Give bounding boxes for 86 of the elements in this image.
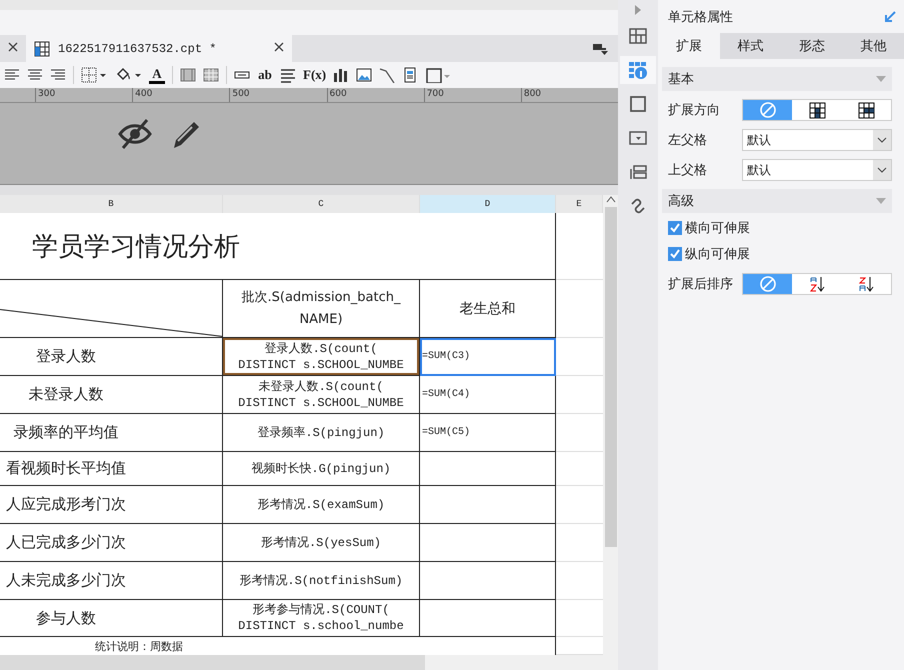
table-cell[interactable]: 形考情况.S(notfinishSum)	[223, 562, 420, 600]
checkmark-icon	[670, 249, 680, 259]
cell-info-button[interactable]	[620, 56, 656, 84]
font-color-button[interactable]: A	[149, 65, 165, 85]
table-file-icon	[34, 40, 50, 56]
ruler-label: 600	[326, 88, 424, 102]
section-header[interactable]: 高级	[662, 189, 892, 213]
dropdown-field[interactable]: 默认	[742, 129, 892, 151]
table-cell: 参与人数	[0, 600, 223, 637]
format-button[interactable]: ab	[257, 65, 273, 85]
panel-tab[interactable]: 形态	[781, 33, 842, 59]
section-title: 基本	[668, 71, 694, 88]
ruler-label: 500	[229, 88, 327, 102]
image-icon[interactable]	[356, 67, 372, 83]
table-cell: 批次.S(admission_batch_ NAME)	[223, 280, 420, 338]
panel-tab[interactable]: 扩展	[658, 33, 720, 59]
no-symbol-icon[interactable]	[758, 101, 777, 119]
bar-chart-icon[interactable]	[333, 67, 350, 83]
checkmark-icon	[670, 223, 680, 233]
table-cell[interactable]: 形考情况.S(examSum)	[223, 486, 420, 524]
column-header[interactable]: B	[0, 195, 223, 213]
table-cell: 人未完成多少门次	[0, 562, 223, 600]
table-cell[interactable]	[420, 562, 556, 600]
document-icon[interactable]	[402, 67, 418, 83]
border-icon[interactable]	[81, 67, 108, 83]
checkbox[interactable]: 横向可伸展	[668, 219, 750, 237]
slash-line-icon[interactable]	[379, 67, 396, 83]
table-cell[interactable]	[420, 486, 556, 524]
table-cell[interactable]: 形考参与情况.S(COUNT( DISTINCT s.school_numbe	[223, 600, 420, 637]
collapse-arrow-icon[interactable]	[884, 10, 896, 22]
column-header[interactable]: D	[420, 195, 556, 213]
table-cell[interactable]: =SUM(C4)	[420, 376, 556, 414]
sort-descending-icon[interactable]	[857, 275, 876, 293]
grid-column-icon[interactable]	[808, 101, 826, 119]
ruler-label: 400	[132, 88, 230, 102]
panel-tab[interactable]: 其他	[842, 33, 904, 59]
merge-cells-icon[interactable]	[180, 67, 196, 83]
scroll-up-icon[interactable]	[606, 195, 616, 203]
dropdown-menu-icon[interactable]	[592, 42, 608, 56]
split-cells-icon[interactable]	[203, 67, 219, 83]
no-symbol-icon[interactable]	[758, 275, 777, 293]
table-cell[interactable]: 未登录人数.S(count( DISTINCT s.SCHOOL_NUMBE	[223, 376, 420, 414]
panel-tab[interactable]: 样式	[720, 33, 781, 59]
ruler-label: 300	[35, 88, 132, 102]
field-label: 左父格	[668, 132, 708, 149]
table-cell: 登录人数	[0, 338, 223, 376]
checkbox[interactable]: 纵向可伸展	[668, 245, 750, 263]
report-title: 学员学习情况分析	[0, 213, 556, 280]
table-cell[interactable]	[420, 452, 556, 486]
sort-ascending-icon[interactable]	[808, 275, 826, 293]
table-cell[interactable]: 形考情况.S(yesSum)	[223, 524, 420, 562]
document-tab[interactable]: 1622517911637532.cpt *	[26, 35, 292, 62]
grid-row-icon[interactable]	[857, 101, 876, 119]
layout-icon[interactable]	[628, 26, 648, 46]
section-title: 高级	[668, 193, 694, 210]
hidden-eye-icon[interactable]	[118, 118, 152, 150]
text-lines-icon[interactable]	[280, 67, 296, 83]
paint-bucket-icon[interactable]	[115, 67, 142, 83]
frame-icon[interactable]	[425, 67, 452, 83]
field-label: 扩展方向	[668, 102, 721, 119]
table-cell: 人应完成形考门次	[0, 486, 223, 524]
table-cell[interactable]: =SUM(C5)	[420, 414, 556, 452]
table-cell[interactable]: 登录频率.S(pingjun)	[223, 414, 420, 452]
chevron-down-icon	[877, 137, 887, 143]
panel-title: 单元格属性	[668, 8, 733, 26]
format-button[interactable]: F(x)	[303, 65, 326, 85]
field-label: 扩展后排序	[668, 276, 734, 293]
table-cell: 老生总和	[420, 280, 556, 338]
section-header[interactable]: 基本	[662, 67, 892, 91]
table-cell: 录频率的平均值	[0, 414, 223, 452]
ruler-label: 700	[424, 88, 521, 102]
close-icon[interactable]	[8, 42, 18, 52]
table-cell[interactable]	[420, 524, 556, 562]
table-cell: 未登录人数	[0, 376, 223, 414]
table-cell[interactable]: 视频时长快.G(pingjun)	[223, 452, 420, 486]
dropdown-field[interactable]: 默认	[742, 159, 892, 181]
frame-icon[interactable]	[628, 94, 648, 114]
table-cell: 看视频时长平均值	[0, 452, 223, 486]
field-label: 上父格	[668, 162, 708, 179]
chevron-down-icon	[877, 167, 887, 173]
table-cell[interactable]: 登录人数.S(count( DISTINCT s.SCHOOL_NUMBE	[223, 338, 420, 376]
table-cell[interactable]: =SUM(C3)	[420, 338, 556, 376]
cell-info-icon[interactable]	[628, 60, 648, 80]
table-cell[interactable]	[420, 600, 556, 637]
close-icon[interactable]	[274, 42, 284, 52]
table-cell: 人已完成多少门次	[0, 524, 223, 562]
